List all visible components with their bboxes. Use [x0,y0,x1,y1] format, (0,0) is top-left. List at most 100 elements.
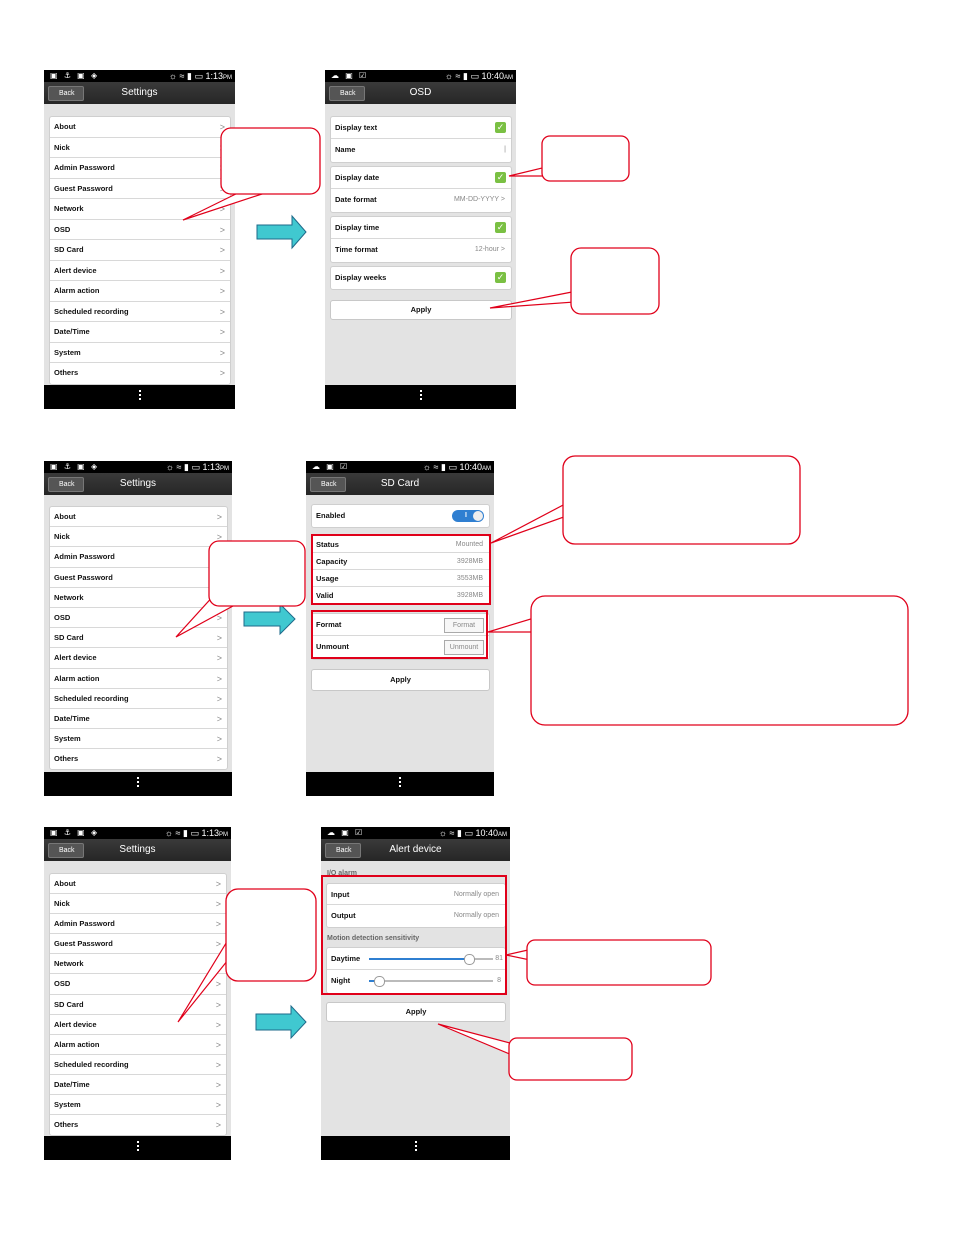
settings-item-date-time[interactable]: Date/Time > [50,1075,226,1096]
menu-icon[interactable] [414,1141,418,1153]
settings-item-guest-password[interactable]: Guest Password > [50,179,230,199]
clock-ampm: PM [220,466,229,472]
usage-value: 3553MB [456,575,483,582]
settings-item-admin-password[interactable]: Admin Password > [50,914,226,935]
night-slider[interactable] [369,976,493,987]
clock: 10:40 [459,462,482,472]
settings-item-osd[interactable]: OSD > [50,608,227,629]
unmount-button[interactable]: Unmount [444,640,484,655]
display-text-row[interactable]: Display text ✓ [331,117,511,139]
settings-item-network[interactable]: Network > [50,199,230,220]
chevron-right-icon: > [219,327,225,337]
settings-item-guest-password[interactable]: Guest Password > [50,934,226,955]
settings-item-nick[interactable]: Nick > [50,138,230,158]
status-icons: ☼ ≈ ▮ ▭ [422,462,457,472]
format-button[interactable]: Format [444,618,484,633]
settings-item-alarm-action[interactable]: Alarm action > [50,669,227,689]
status-icons: ☼ ≈ ▮ ▭ [438,828,473,838]
settings-item-system[interactable]: System > [50,343,230,363]
apply-button[interactable]: Apply [311,669,490,691]
time-format-row[interactable]: Time format 12-hour > [331,239,511,261]
slider-thumb[interactable] [373,976,385,987]
name-row[interactable]: Name | [331,139,511,161]
settings-item-nick[interactable]: Nick > [50,527,227,548]
alert-device-screen: ☁ ▣ ☑ ☼ ≈ ▮ ▭ 10:40AM Back Alert device … [321,827,510,1160]
settings-item-alert-device[interactable]: Alert device > [50,261,230,281]
checkbox-checked-icon[interactable]: ✓ [495,272,506,283]
settings-item-osd[interactable]: OSD > [50,220,230,240]
daytime-slider[interactable] [369,954,493,965]
time-format-text: 12-hour [474,246,499,253]
chevron-right-icon: > [500,196,505,203]
apply-button[interactable]: Apply [326,1002,506,1022]
item-label: OSD [54,979,71,989]
checkbox-checked-icon[interactable]: ✓ [495,172,506,183]
menu-icon[interactable] [399,777,402,789]
menu-icon[interactable] [419,390,423,402]
display-time-row[interactable]: Display time ✓ [331,217,511,239]
display-date-row[interactable]: Display date ✓ [331,167,511,189]
settings-item-scheduled-recording[interactable]: Scheduled recording > [50,302,230,322]
settings-item-nick[interactable]: Nick > [50,894,226,915]
settings-item-date-time[interactable]: Date/Time > [50,322,230,343]
settings-item-network[interactable]: Network > [50,954,226,975]
nav-bar [44,385,235,409]
row-label: Display text [335,123,378,132]
menu-icon[interactable] [136,1141,140,1153]
notification-icons: ▣ ⚓ ▣ ◈ [50,828,100,837]
item-label: Network [54,204,84,213]
settings-item-sd-card[interactable]: SD Card > [50,628,227,649]
checkbox-checked-icon[interactable]: ✓ [495,122,506,133]
date-format-row[interactable]: Date format MM-DD-YYYY > [331,189,511,211]
slider-thumb[interactable] [464,954,476,965]
settings-item-sd-card[interactable]: SD Card > [50,995,226,1015]
item-label: System [54,347,81,357]
name-input[interactable]: | [504,139,506,161]
checkbox-checked-icon[interactable]: ✓ [495,222,506,233]
settings-item-system[interactable]: System > [50,1095,226,1116]
settings-item-others[interactable]: Others > [50,1115,226,1135]
clock: 1:13 [205,71,223,81]
display-weeks-row[interactable]: Display weeks ✓ [331,267,511,289]
settings-item-guest-password[interactable]: Guest Password > [50,568,227,588]
input-row[interactable]: Input Normally open [327,884,505,905]
settings-item-scheduled-recording[interactable]: Scheduled recording > [50,689,227,709]
osd-screen: ☁ ▣ ☑ ☼ ≈ ▮ ▭ 10:40AM Back OSD Display t… [325,70,516,409]
apply-button[interactable]: Apply [330,300,512,320]
title-bar: Back Settings [44,839,231,861]
output-row[interactable]: Output Normally open [327,905,505,926]
enabled-toggle[interactable]: I [452,510,484,522]
settings-item-others[interactable]: Others > [50,749,227,769]
settings-item-others[interactable]: Others > [50,363,230,384]
settings-item-system[interactable]: System > [50,729,227,750]
settings-item-about[interactable]: About > [50,874,226,895]
settings-list: About > Nick > Admin Password > Guest Passw… [49,506,228,771]
settings-item-admin-password[interactable]: Admin Password > [50,158,230,179]
settings-item-osd[interactable]: OSD > [50,974,226,995]
settings-item-network[interactable]: Network > [50,588,227,608]
menu-icon[interactable] [137,777,140,789]
notification-icons: ▣ ⚓ ▣ ◈ [50,71,100,80]
settings-item-alarm-action[interactable]: Alarm action > [50,1035,226,1055]
chevron-right-icon: > [215,979,221,990]
chevron-right-icon: > [215,899,221,910]
settings-item-admin-password[interactable]: Admin Password > [50,547,227,568]
settings-item-scheduled-recording[interactable]: Scheduled recording > [50,1055,226,1075]
settings-item-alert-device[interactable]: Alert device > [50,1015,226,1035]
row-label: Format [316,620,342,629]
item-label: About [54,879,76,888]
settings-item-sd-card[interactable]: SD Card > [50,240,230,261]
item-label: Others [54,754,79,764]
callout-box [225,888,317,982]
menu-icon[interactable] [138,390,142,402]
settings-item-about[interactable]: About > [50,117,230,138]
callout-box [530,595,909,726]
row-label: Date format [335,195,377,204]
item-label: Scheduled recording [54,1059,129,1069]
settings-item-date-time[interactable]: Date/Time > [50,709,227,730]
settings-screen-3: ▣ ⚓ ▣ ◈ ☼ ≈ ▮ ▭ 1:13PM Back Settings Abo… [44,827,231,1160]
item-label: Date/Time [54,327,90,336]
settings-item-alert-device[interactable]: Alert device > [50,648,227,669]
settings-item-alarm-action[interactable]: Alarm action > [50,281,230,302]
settings-item-about[interactable]: About > [50,507,227,528]
